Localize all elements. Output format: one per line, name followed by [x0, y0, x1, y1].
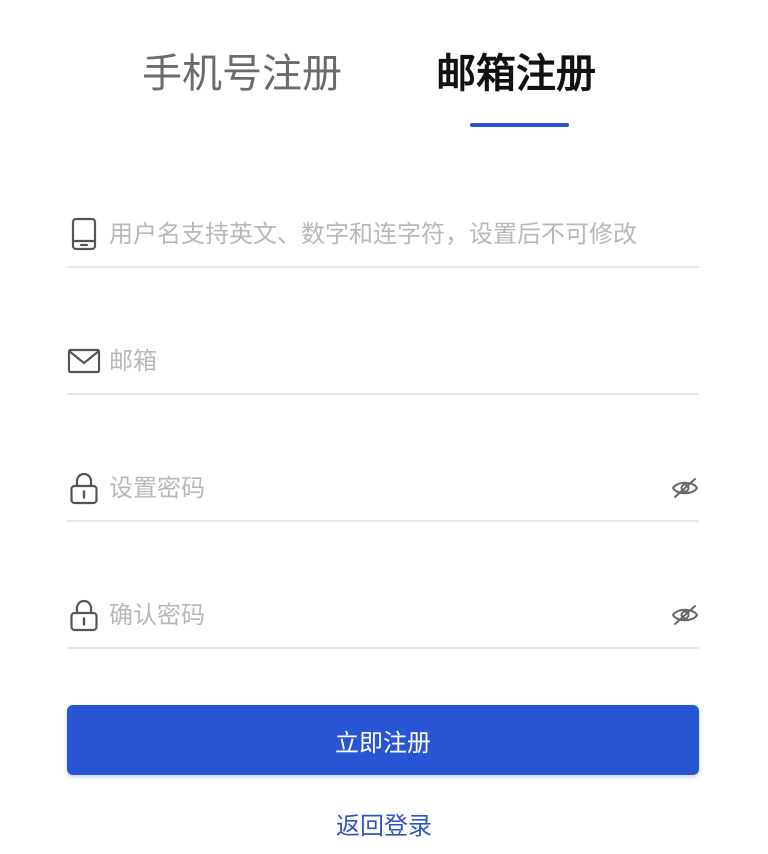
confirm-password-field	[67, 583, 699, 649]
active-tab-indicator	[470, 123, 569, 127]
tablet-icon	[67, 217, 101, 251]
tab-phone-register[interactable]: 手机号注册	[142, 44, 342, 104]
confirm-password-input[interactable]	[109, 593, 649, 637]
password-field	[67, 456, 699, 522]
email-field	[67, 329, 699, 395]
username-input[interactable]	[109, 212, 649, 256]
email-input[interactable]	[109, 339, 649, 383]
mail-icon	[67, 344, 101, 378]
back-to-login-link[interactable]: 返回登录	[0, 808, 768, 844]
tab-email-register[interactable]: 邮箱注册	[436, 44, 596, 104]
password-input[interactable]	[109, 466, 649, 510]
username-field	[67, 202, 699, 268]
lock-icon	[67, 471, 101, 505]
lock-icon	[67, 598, 101, 632]
eye-off-icon[interactable]	[671, 601, 699, 629]
eye-off-icon[interactable]	[671, 474, 699, 502]
register-button[interactable]: 立即注册	[67, 705, 699, 775]
register-tabs: 手机号注册 邮箱注册	[0, 44, 768, 134]
